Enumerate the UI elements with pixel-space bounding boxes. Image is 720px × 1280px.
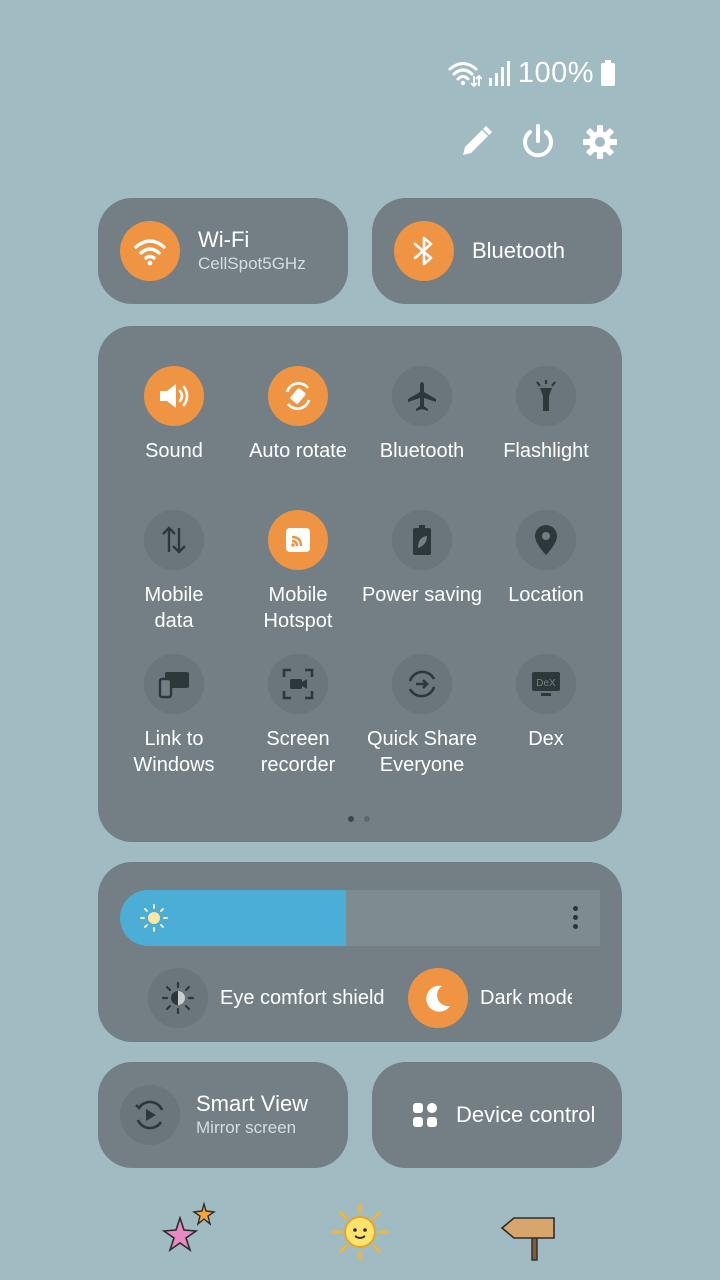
battery-icon [601,60,615,86]
qs-airplane-toggle[interactable] [392,366,452,426]
power-button[interactable] [520,122,556,162]
page-dot[interactable] [364,816,370,822]
battery-percentage: 100% [517,56,594,89]
dark-mode-toggle[interactable]: Dark mode [408,968,572,1028]
moon-icon [426,985,450,1012]
qs-auto-rotate[interactable]: Auto rotate [236,366,360,464]
auto-rotate-icon [285,382,311,410]
wifi-signal-icon [448,62,482,88]
battery-leaf-icon [413,525,431,555]
eye-comfort-sun-icon [161,981,195,1015]
qs-mobile-hotspot-toggle[interactable] [268,510,328,570]
qs-label: Mobile data [144,584,204,632]
qs-power-saving-toggle[interactable] [392,510,452,570]
wifi-icon [134,239,166,266]
qs-power-saving[interactable]: Power saving [360,510,484,608]
qs-mobile-hotspot[interactable]: Mobile Hotspot [236,510,360,634]
qs-screen-recorder[interactable]: Screen recorder [236,654,360,778]
svg-text:DeX: DeX [536,678,556,689]
wifi-toggle[interactable] [120,221,180,281]
screen-recorder-icon [282,668,314,700]
wifi-tile[interactable]: Wi-Fi CellSpot5GHz [98,198,348,304]
wifi-title: Wi-Fi [198,227,250,252]
qs-sound[interactable]: Sound [112,366,236,464]
smart-view-title: Smart View [196,1091,309,1116]
settings-button[interactable] [582,122,618,162]
page-indicator [348,816,370,822]
power-icon [523,124,553,158]
mobile-data-arrows-icon [162,526,186,554]
dark-mode-label: Dark mode [480,986,572,1009]
qs-label: Dex [528,728,564,750]
smart-view-button[interactable] [120,1085,180,1145]
qs-label: Sound [145,440,203,462]
brightness-panel: Eye comfort shield Dark mode [98,862,622,1042]
cell-signal-icon [488,61,510,86]
edit-button[interactable] [458,122,494,162]
bluetooth-icon [413,236,433,266]
qs-label: Quick Share Everyone [366,728,478,776]
eye-comfort-label: Eye comfort shield [220,986,385,1009]
qs-label: Auto rotate [249,440,347,462]
status-bar: 100% [448,56,616,90]
smart-view-tile[interactable]: Smart View Mirror screen [98,1062,348,1168]
device-control-grid-icon [413,1103,437,1127]
qs-sound-toggle[interactable] [144,366,204,426]
device-control-title: Device control [456,1102,596,1127]
qs-auto-rotate-toggle[interactable] [268,366,328,426]
dex-monitor-icon: DeX [532,672,560,696]
qs-mobile-data-toggle[interactable] [144,510,204,570]
airplane-icon [408,382,436,411]
hotspot-icon [286,528,310,552]
quick-share-icon [408,670,436,698]
signpost-icon [500,1217,555,1261]
qs-quick-share-toggle[interactable] [392,654,452,714]
qs-location-toggle[interactable] [516,510,576,570]
pencil-icon [463,126,492,155]
qs-dex-toggle[interactable]: DeX [516,654,576,714]
qs-flashlight-toggle[interactable] [516,366,576,426]
qs-quick-share[interactable]: Quick Share Everyone [360,654,484,778]
smart-view-subtitle: Mirror screen [196,1118,297,1137]
device-control-tile[interactable]: Device control [372,1062,622,1168]
qs-dex[interactable]: DeX Dex [484,654,608,752]
bluetooth-title: Bluetooth [472,238,565,263]
qs-label: Flashlight [503,440,589,462]
qs-label: Power saving [361,584,483,606]
dark-mode-button[interactable] [408,968,468,1028]
eye-comfort-toggle[interactable]: Eye comfort shield [148,968,385,1028]
qs-link-to-windows-toggle[interactable] [144,654,204,714]
wifi-network-name: CellSpot5GHz [198,254,306,273]
qs-label: Location [508,584,584,606]
location-pin-icon [535,525,557,555]
qs-label: Mobile Hotspot [263,584,333,632]
brightness-slider[interactable] [120,890,600,946]
bluetooth-toggle[interactable] [394,221,454,281]
page-dot[interactable] [348,816,354,822]
eye-comfort-button[interactable] [148,968,208,1028]
qs-screen-recorder-toggle[interactable] [268,654,328,714]
sun-sticker-icon [331,1203,389,1261]
top-actions [458,122,618,162]
starfish-icon [161,1201,216,1253]
quick-settings-panel: Sound Auto rotate Bluetooth Flashlight M… [98,326,622,842]
speaker-icon [160,384,189,408]
qs-link-to-windows[interactable]: Link to Windows [112,654,236,778]
qs-label: Screen recorder [260,728,336,776]
brightness-sun-icon [140,904,168,932]
qs-location[interactable]: Location [484,510,608,608]
qs-flashlight[interactable]: Flashlight [484,366,608,464]
qs-label: Link to Windows [133,728,215,776]
bluetooth-tile[interactable]: Bluetooth [372,198,622,304]
gear-icon [583,125,617,159]
flashlight-icon [536,380,556,411]
more-options-icon[interactable] [573,906,578,929]
qs-label: Bluetooth [379,440,465,462]
qs-mobile-data[interactable]: Mobile data [112,510,236,634]
link-to-windows-icon [158,672,189,699]
qs-bluetooth[interactable]: Bluetooth [360,366,484,464]
smart-view-icon [135,1100,164,1130]
